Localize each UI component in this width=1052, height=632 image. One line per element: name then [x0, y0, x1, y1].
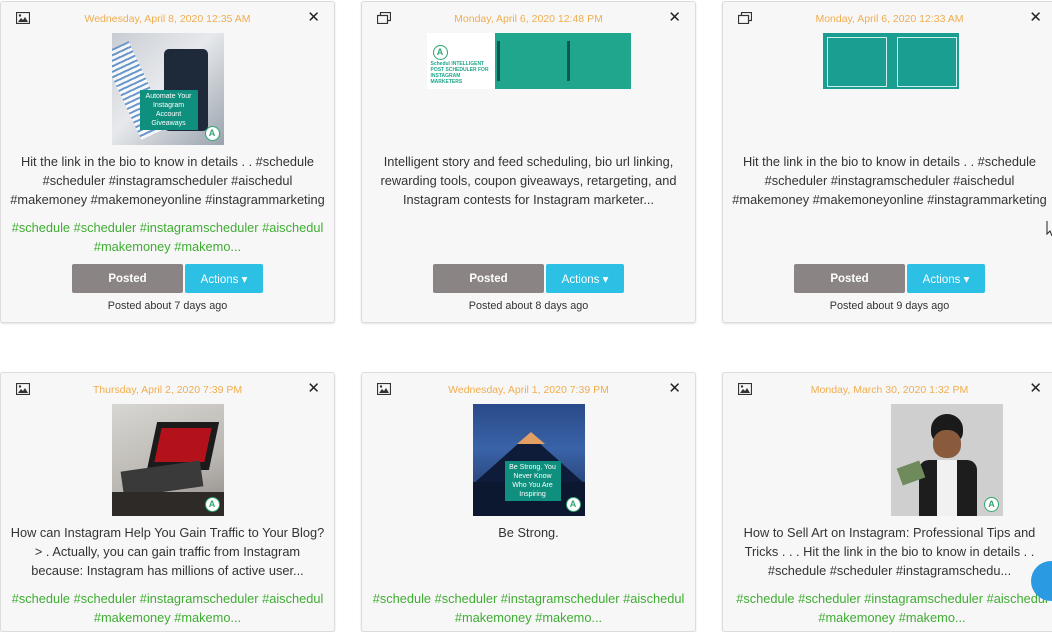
post-hashtags: #schedule #scheduler #instagramscheduler… — [736, 591, 1048, 625]
carousel-icon — [377, 12, 391, 24]
image-icon — [16, 383, 30, 395]
post-card: Thursday, April 2, 2020 7:39 PM ✕ A How … — [0, 372, 335, 632]
post-date: Thursday, April 2, 2020 7:39 PM — [92, 384, 243, 396]
post-hashtags: #schedule #scheduler #instagramscheduler… — [11, 220, 324, 254]
post-caption: Hit the link in the bio to know in detai… — [732, 154, 1047, 207]
aischedul-logo-icon: A — [984, 497, 999, 512]
post-caption: How can Instagram Help You Gain Traffic … — [10, 525, 325, 578]
close-icon[interactable]: ✕ — [1029, 381, 1042, 396]
post-date: Monday, March 30, 2020 1:32 PM — [810, 384, 969, 396]
aischedul-logo-icon: A — [565, 497, 581, 512]
aischedul-logo-icon: A — [432, 45, 448, 60]
actions-dropdown-button[interactable]: Actions ▾ — [185, 264, 263, 293]
post-hashtags: #schedule #scheduler #instagramscheduler… — [372, 591, 685, 625]
image-icon — [16, 12, 30, 24]
posted-button[interactable]: Posted — [433, 264, 544, 293]
post-caption: Intelligent story and feed scheduling, b… — [380, 154, 677, 207]
post-card: Monday, April 6, 2020 12:48 PM ✕ A Sched… — [361, 1, 696, 323]
post-thumbnail[interactable]: A — [111, 404, 224, 516]
post-date: Monday, April 6, 2020 12:48 PM — [454, 13, 603, 25]
image-overlay-text: Automate Your Instagram Account Giveaway… — [139, 90, 198, 130]
close-icon[interactable]: ✕ — [307, 10, 320, 25]
image-icon — [377, 383, 391, 395]
close-icon[interactable]: ✕ — [668, 381, 681, 396]
mouse-cursor-icon — [1046, 221, 1052, 237]
posted-ago-text: Posted about 9 days ago — [829, 300, 950, 312]
posted-button[interactable]: Posted — [72, 264, 183, 293]
post-hashtags: #schedule #scheduler #instagramscheduler… — [11, 591, 324, 625]
post-card: Wednesday, April 1, 2020 7:39 PM ✕ Be St… — [361, 372, 696, 632]
image-overlay-text: Schedul INTELLIGENT POST SCHEDULER FOR I… — [430, 61, 489, 85]
image-overlay-text: Be Strong, You Never Know Who You Are In… — [504, 461, 561, 501]
post-thumbnail[interactable]: Automate Your Instagram Account Giveaway… — [111, 33, 224, 145]
post-caption: How to Sell Art on Instagram: Profession… — [743, 525, 1036, 578]
post-caption: Be Strong. — [498, 525, 559, 540]
post-thumbnail[interactable]: A Schedul INTELLIGENT POST SCHEDULER FOR… — [426, 33, 631, 89]
actions-dropdown-button[interactable]: Actions ▾ — [907, 264, 985, 293]
posted-ago-text: Posted about 7 days ago — [107, 300, 228, 312]
post-date: Wednesday, April 8, 2020 12:35 AM — [84, 13, 251, 25]
carousel-icon — [738, 12, 752, 24]
post-thumbnail[interactable]: Be Strong, You Never Know Who You Are In… — [472, 404, 585, 516]
aischedul-logo-icon: A — [204, 126, 220, 141]
post-caption: Hit the link in the bio to know in detai… — [10, 154, 325, 207]
actions-dropdown-button[interactable]: Actions ▾ — [546, 264, 624, 293]
image-icon — [738, 383, 752, 395]
post-card: Monday, March 30, 2020 1:32 PM ✕ A How t… — [722, 372, 1052, 632]
close-icon[interactable]: ✕ — [1029, 10, 1042, 25]
close-icon[interactable]: ✕ — [307, 381, 320, 396]
aischedul-logo-icon: A — [204, 497, 220, 512]
card-buttons: Posted Actions ▾ — [362, 264, 695, 293]
posted-ago-text: Posted about 8 days ago — [468, 300, 589, 312]
post-date: Monday, April 6, 2020 12:33 AM — [815, 13, 964, 25]
post-card: Monday, April 6, 2020 12:33 AM ✕ Hit the… — [722, 1, 1052, 323]
card-buttons: Posted Actions ▾ — [1, 264, 334, 293]
post-date: Wednesday, April 1, 2020 7:39 PM — [448, 384, 609, 396]
post-thumbnail[interactable]: A — [891, 404, 1003, 516]
post-card: Wednesday, April 8, 2020 12:35 AM ✕ Auto… — [0, 1, 335, 323]
post-thumbnail[interactable] — [823, 33, 959, 89]
posted-button[interactable]: Posted — [794, 264, 905, 293]
close-icon[interactable]: ✕ — [668, 10, 681, 25]
card-buttons: Posted Actions ▾ — [723, 264, 1052, 293]
